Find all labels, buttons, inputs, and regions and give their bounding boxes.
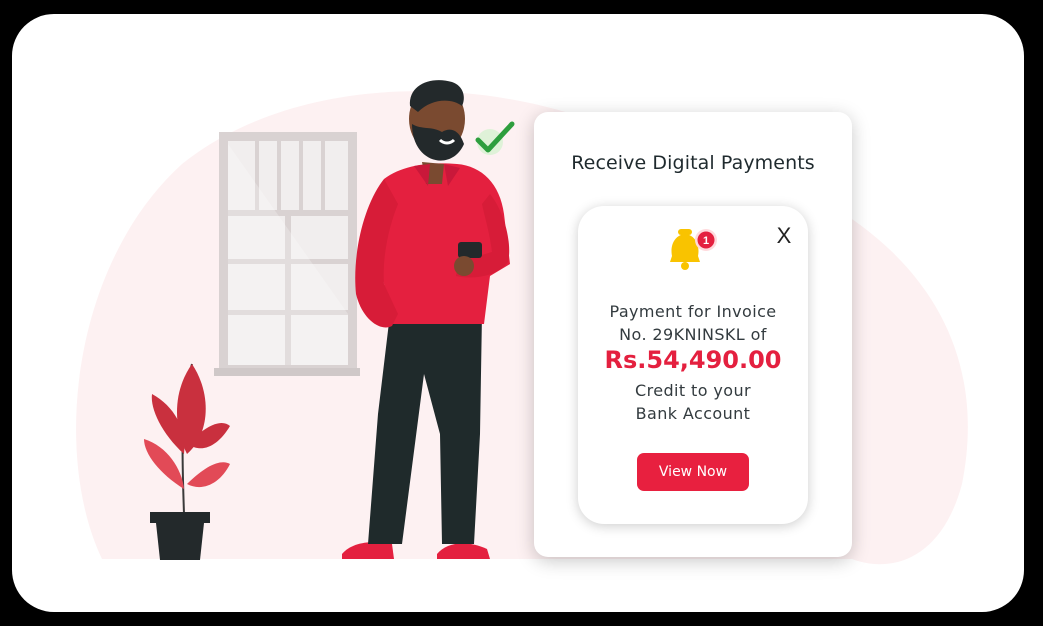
window-illustration bbox=[214, 132, 360, 376]
message-line-3: Credit to your bbox=[635, 381, 751, 400]
bell-icon: 1 bbox=[670, 229, 717, 270]
close-button[interactable]: X bbox=[774, 224, 794, 248]
illustration-scene bbox=[144, 80, 515, 560]
payment-notification-panel: Receive Digital Payments 1 X Payment for… bbox=[534, 112, 852, 557]
notification-badge-count: 1 bbox=[703, 235, 709, 247]
plant-illustration bbox=[144, 363, 230, 560]
message-line-4: Bank Account bbox=[635, 404, 751, 423]
screen-frame: Receive Digital Payments 1 X Payment for… bbox=[12, 14, 1024, 612]
message-line-2: No. 29KNINSKL of bbox=[619, 325, 767, 344]
notification-card: 1 X Payment for Invoice No. 29KNINSKL of… bbox=[578, 206, 808, 524]
message-line-1: Payment for Invoice bbox=[609, 302, 777, 321]
view-now-button[interactable]: View Now bbox=[637, 453, 749, 491]
payment-amount: Rs.54,490.00 bbox=[604, 346, 782, 374]
panel-title: Receive Digital Payments bbox=[571, 152, 815, 174]
checkmark-icon bbox=[475, 121, 515, 155]
